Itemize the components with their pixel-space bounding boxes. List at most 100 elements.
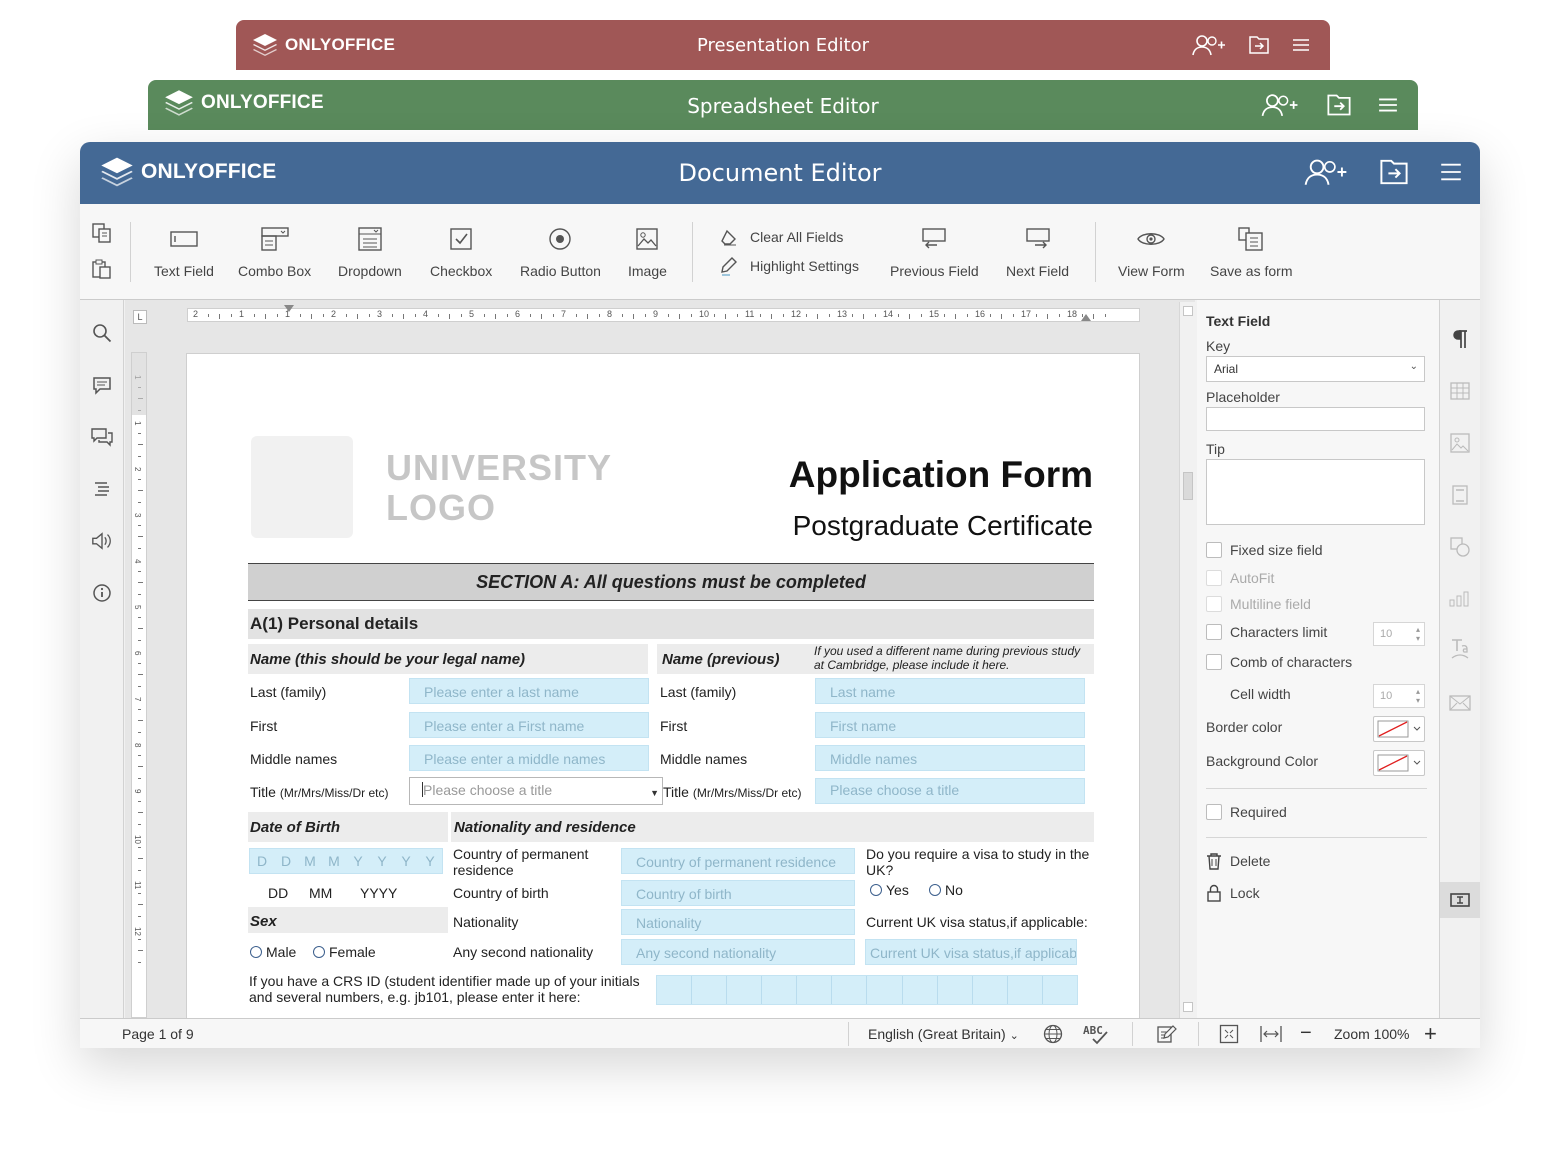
spinner-arrows-icon[interactable]: ▴ ▾ [1416, 625, 1420, 643]
comb-cell[interactable] [973, 976, 1008, 1004]
highlight-settings-button[interactable]: Highlight Settings [720, 256, 859, 276]
comb-cell[interactable] [727, 976, 763, 1004]
dropdown-button[interactable]: Dropdown [338, 224, 402, 279]
menu-icon[interactable] [1440, 163, 1462, 181]
scroll-down-button[interactable] [1183, 1002, 1193, 1012]
fixed-size-checkbox[interactable]: Fixed size field [1206, 542, 1323, 558]
comb-cell[interactable] [832, 976, 868, 1004]
last-name-field[interactable]: Please enter a last name [409, 678, 649, 704]
radio-yes[interactable] [870, 884, 882, 896]
header-footer-icon[interactable] [1449, 484, 1471, 506]
placeholder-input[interactable] [1206, 407, 1425, 431]
search-icon[interactable] [91, 322, 113, 344]
shape-icon[interactable] [1449, 536, 1471, 558]
zoom-level[interactable]: Zoom 100% [1334, 1026, 1409, 1042]
first-name-field[interactable]: Please enter a First name [409, 712, 649, 738]
comments-icon[interactable] [91, 374, 113, 396]
spinner-arrows-icon[interactable]: ▴ ▾ [1416, 687, 1420, 705]
page-indicator[interactable]: Page 1 of 9 [122, 1026, 194, 1042]
previous-title-field[interactable]: Please choose a title [815, 778, 1085, 804]
speaker-icon[interactable] [91, 530, 113, 552]
zoom-in-button[interactable]: + [1424, 1021, 1437, 1047]
comb-cell[interactable] [903, 976, 938, 1004]
spellcheck-icon[interactable]: ABC [1082, 1023, 1112, 1045]
horizontal-ruler[interactable]: 2 1 1 2 3 4 5 6 7 8 9 10 11 12 13 14 15 16 17 18 [187, 305, 1140, 322]
add-user-icon[interactable] [1192, 34, 1226, 56]
open-location-icon[interactable] [1378, 158, 1410, 186]
nationality-field[interactable]: Nationality [621, 909, 855, 935]
image-button[interactable]: Image [628, 224, 667, 279]
required-checkbox[interactable]: Required [1206, 804, 1287, 820]
open-location-icon[interactable] [1326, 93, 1352, 117]
chat-icon[interactable] [91, 426, 113, 448]
view-form-button[interactable]: View Form [1118, 224, 1185, 279]
residence-field[interactable]: Country of permanent residence [621, 848, 855, 874]
right-indent-marker[interactable] [1081, 314, 1091, 321]
clear-all-fields-button[interactable]: Clear All Fields [720, 228, 843, 246]
zoom-out-button[interactable]: − [1300, 1022, 1312, 1045]
combo-box-button[interactable]: Combo Box [238, 224, 311, 279]
vertical-ruler[interactable]: 1123456789101112 [131, 352, 147, 1018]
tab-stop-selector[interactable]: L [133, 310, 147, 324]
mail-merge-icon[interactable] [1449, 692, 1471, 714]
key-select[interactable]: Arial ⌄ [1206, 356, 1425, 382]
visa-status-field[interactable]: Current UK visa status,if applicab [865, 939, 1077, 965]
table-icon[interactable] [1449, 380, 1471, 402]
dob-comb-field[interactable]: D D M M Y Y Y Y [249, 848, 443, 874]
comb-of-characters-checkbox[interactable]: Comb of characters [1206, 654, 1352, 670]
previous-field-button[interactable]: Previous Field [890, 224, 979, 279]
delete-button[interactable]: Delete [1206, 852, 1270, 870]
sex-female-option[interactable]: Female [313, 944, 376, 960]
radio-no[interactable] [929, 884, 941, 896]
combo-arrow-icon[interactable]: ▼ [650, 788, 659, 798]
comb-cell[interactable] [938, 976, 973, 1004]
comb-cell[interactable] [1008, 976, 1043, 1004]
title-combo-field[interactable]: Please choose a title ▼ [409, 777, 663, 805]
text-art-icon[interactable] [1449, 638, 1471, 660]
document-page[interactable]: UNIVERSITY LOGO Application Form Postgra… [186, 353, 1140, 1018]
fit-to-width-icon[interactable] [1259, 1024, 1283, 1044]
radio-button-button[interactable]: Radio Button [520, 224, 601, 279]
second-nationality-field[interactable]: Any second nationality [621, 939, 855, 965]
text-field-button[interactable]: Text Field [154, 224, 214, 279]
radio-female[interactable] [313, 946, 325, 958]
visa-yes-option[interactable]: Yes [870, 882, 909, 898]
scroll-thumb[interactable] [1183, 472, 1193, 500]
next-field-button[interactable]: Next Field [1006, 224, 1069, 279]
lock-button[interactable]: Lock [1206, 884, 1260, 902]
form-settings-icon[interactable] [1449, 889, 1471, 911]
previous-last-name-field[interactable]: Last name [815, 678, 1085, 704]
paste-icon[interactable] [91, 258, 113, 280]
track-changes-icon[interactable] [1157, 1024, 1177, 1044]
add-user-icon[interactable] [1304, 158, 1348, 186]
checkbox-button[interactable]: Checkbox [430, 224, 492, 279]
cell-width-spinner[interactable]: 10 ▴ ▾ [1373, 684, 1425, 708]
previous-middle-names-field[interactable]: Middle names [815, 745, 1085, 771]
comb-cell[interactable] [762, 976, 798, 1004]
scroll-up-button[interactable] [1183, 306, 1193, 316]
save-as-form-button[interactable]: Save as form [1210, 224, 1292, 279]
navigation-icon[interactable] [91, 478, 113, 500]
add-user-icon[interactable] [1260, 93, 1300, 117]
paragraph-icon[interactable] [1449, 328, 1471, 350]
comb-cell[interactable] [1043, 976, 1077, 1004]
comb-cell[interactable] [797, 976, 833, 1004]
sex-male-option[interactable]: Male [250, 944, 296, 960]
characters-limit-spinner[interactable]: 10 ▴ ▾ [1373, 622, 1425, 646]
open-location-icon[interactable] [1248, 35, 1270, 55]
menu-icon[interactable] [1292, 38, 1310, 52]
info-icon[interactable] [91, 582, 113, 604]
middle-names-field[interactable]: Please enter a middle names [409, 745, 649, 771]
vertical-scrollbar[interactable] [1179, 302, 1195, 1018]
birth-country-field[interactable]: Country of birth [621, 880, 855, 906]
indent-marker[interactable] [284, 305, 294, 312]
language-selector[interactable]: English (Great Britain) ⌄ [868, 1026, 1019, 1042]
multiline-checkbox[interactable]: Multiline field [1206, 596, 1311, 612]
copy-icon[interactable] [91, 222, 113, 244]
comb-cell[interactable] [692, 976, 728, 1004]
previous-first-name-field[interactable]: First name [815, 712, 1085, 738]
border-color-picker[interactable] [1373, 716, 1425, 742]
globe-icon[interactable] [1043, 1024, 1063, 1044]
document-canvas[interactable]: L 21123456789101112131415161718 11234567… [125, 300, 1195, 1018]
comb-cell[interactable] [657, 976, 693, 1004]
